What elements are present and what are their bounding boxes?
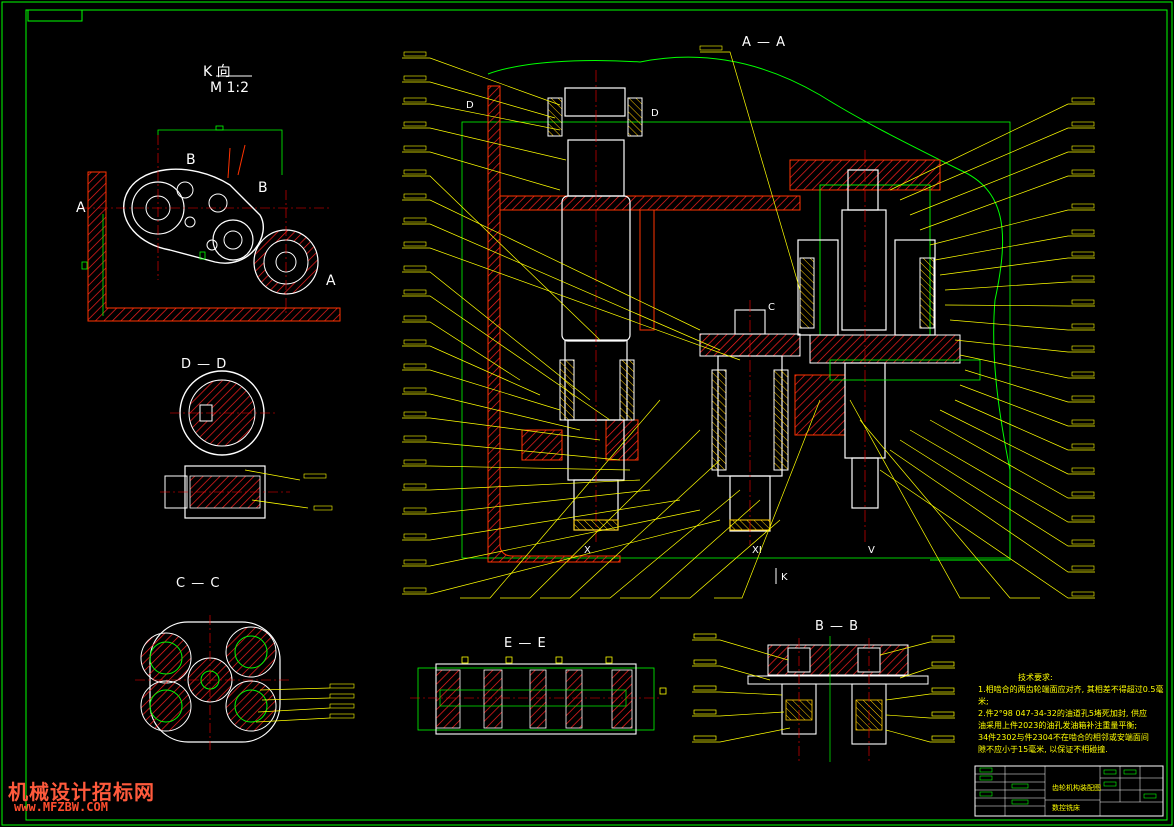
k-view: K 向 M 1:2 A A B B [76, 64, 341, 322]
title-block-subtitle: 数控铣床 [1052, 803, 1080, 812]
title-block-name: 齿轮机构装配图 [1052, 783, 1101, 792]
notes-line-2: 米; [978, 696, 989, 706]
c-view-title: C — C [176, 576, 220, 591]
site-watermark: 机械设计招标网 www.MFZBW.COM [4, 776, 154, 820]
d-view: D — D [160, 357, 333, 519]
b-view-title: B — B [815, 619, 859, 634]
a-view-title: A — A [742, 35, 786, 50]
k-view-title: K 向 [203, 64, 231, 80]
notes-line-5: 34件2302与件2304不在啮合的相邻或安端面间 [978, 732, 1149, 742]
e-view: E — E [410, 636, 667, 735]
callout-stubs-right [1071, 97, 1095, 597]
assembly-drawing: K 向 M 1:2 A A B B D — D C — C E — E A — … [1, 1, 1173, 826]
a-view-mark-v: V [868, 545, 875, 556]
notes-line-3: 2.件2°98 047-34-32的油道孔5堵死加封, 供应 [978, 708, 1147, 718]
k-view-scale: M 1:2 [210, 80, 249, 96]
notes-line-1: 1.相啮合的两齿轮端面应对齐, 其相差不得超过0.5毫 [978, 684, 1163, 694]
a-view-mark-k: K [781, 572, 788, 583]
d-view-title: D — D [181, 357, 227, 372]
a-view-mark-d-left: D [466, 100, 474, 111]
callout-stubs-left [403, 45, 723, 593]
notes-heading: 技术要求: [1018, 672, 1053, 682]
c-view: C — C [135, 576, 355, 750]
watermark-url: www.MFZBW.COM [14, 800, 108, 814]
e-view-title: E — E [504, 636, 547, 651]
k-view-mark-a-left: A [76, 200, 86, 216]
b-view: B — B [692, 619, 955, 762]
k-view-mark-a-right: A [326, 273, 336, 289]
notes-line-4: 油采用上件2023的油孔发油箱补注重量平衡; [978, 720, 1137, 730]
a-view-mark-c: C [768, 302, 775, 313]
k-view-mark-b-left: B [186, 152, 196, 168]
notes-line-6: 隙不应小于15毫米, 以保证不相碰撞. [978, 744, 1108, 754]
technical-notes: 技术要求: 1.相啮合的两齿轮端面应对齐, 其相差不得超过0.5毫 米; 2.件… [978, 672, 1163, 754]
title-block: 齿轮机构装配图 数控铣床 [974, 765, 1164, 817]
leader-lines-left [402, 51, 821, 599]
a-view-mark-d-right: D [651, 108, 659, 119]
k-view-mark-b-right: B [258, 180, 268, 196]
